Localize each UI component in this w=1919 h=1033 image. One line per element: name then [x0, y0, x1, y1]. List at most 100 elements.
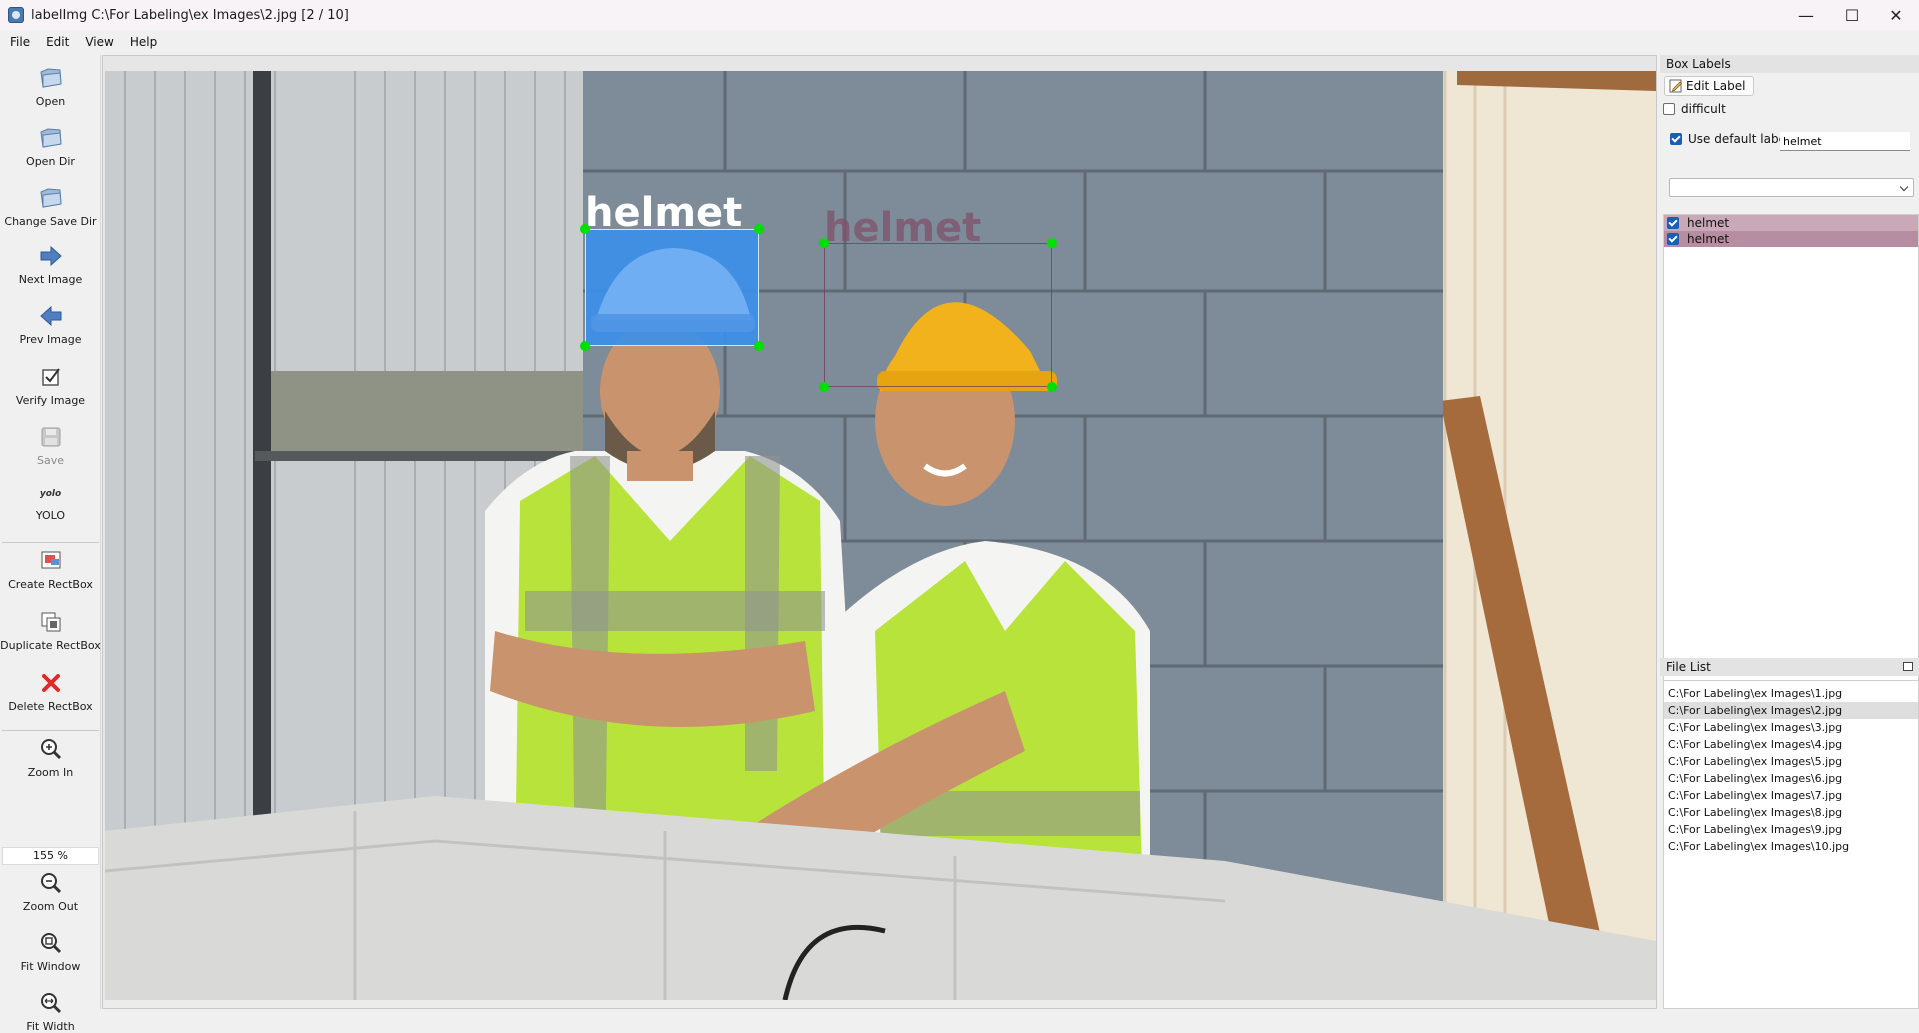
label-visible-checkbox[interactable] — [1667, 233, 1679, 245]
open-label: Open — [35, 95, 66, 108]
file-list-item[interactable]: C:\For Labeling\ex Images\5.jpg — [1664, 753, 1918, 770]
format-button[interactable]: yolo YOLO — [0, 483, 101, 522]
file-list-title: File List — [1660, 658, 1919, 676]
folder-icon — [37, 65, 65, 91]
verify-image-button[interactable]: Verify Image — [0, 364, 101, 407]
file-list-item[interactable]: C:\For Labeling\ex Images\3.jpg — [1664, 719, 1918, 736]
file-list-item[interactable]: C:\For Labeling\ex Images\6.jpg — [1664, 770, 1918, 787]
label-list[interactable]: helmet helmet — [1663, 214, 1919, 706]
arrow-left-icon — [37, 303, 65, 329]
fit-width-button[interactable]: Fit Width — [0, 990, 101, 1033]
resize-handle[interactable] — [819, 238, 829, 248]
fit-width-label: Fit Width — [26, 1020, 75, 1033]
menu-edit[interactable]: Edit — [38, 35, 77, 49]
zoom-in-label: Zoom In — [27, 766, 74, 779]
fit-window-button[interactable]: Fit Window — [0, 930, 101, 973]
zoom-in-button[interactable]: Zoom In — [0, 736, 101, 779]
difficult-row[interactable]: difficult — [1663, 102, 1726, 116]
resize-handle[interactable] — [754, 224, 764, 234]
resize-handle[interactable] — [1047, 382, 1057, 392]
arrow-right-icon — [37, 243, 65, 269]
edit-label-text: Edit Label — [1686, 79, 1746, 93]
zoom-value-field[interactable]: 155 % — [2, 847, 99, 865]
label-combobox[interactable] — [1669, 178, 1914, 197]
verify-image-label: Verify Image — [15, 394, 86, 407]
resize-handle[interactable] — [754, 341, 764, 351]
right-dock: Box Labels Edit Label difficult Use defa… — [1660, 55, 1919, 1009]
folder-icon — [37, 185, 65, 211]
bounding-box-selected[interactable] — [585, 229, 759, 346]
label-list-item-text: helmet — [1687, 232, 1730, 246]
label-visible-checkbox[interactable] — [1667, 217, 1679, 229]
maximize-button[interactable]: ☐ — [1829, 0, 1875, 30]
duplicate-rectbox-button[interactable]: Duplicate RectBox — [0, 609, 101, 652]
toolbar: Open Open Dir Change Save Dir Next Image… — [0, 55, 101, 1033]
yolo-icon-text: yolo — [39, 489, 62, 499]
annotated-photo: helmet helmet — [105, 71, 1656, 1000]
resize-handle[interactable] — [580, 341, 590, 351]
use-default-label-row[interactable]: Use default label — [1670, 132, 1789, 146]
window-title: labelImg C:\For Labeling\ex Images\2.jpg… — [31, 7, 349, 23]
file-list-item-selected[interactable]: C:\For Labeling\ex Images\2.jpg — [1664, 702, 1918, 719]
create-rect-icon — [37, 548, 65, 574]
save-button[interactable]: Save — [0, 424, 101, 467]
toolbar-separator — [2, 542, 99, 543]
prev-image-button[interactable]: Prev Image — [0, 303, 101, 346]
zoom-out-label: Zoom Out — [22, 900, 79, 913]
delete-rectbox-label: Delete RectBox — [8, 700, 93, 713]
bounding-box-label-selected: helmet — [585, 190, 743, 236]
zoom-out-button[interactable]: Zoom Out — [0, 870, 101, 913]
difficult-checkbox[interactable] — [1663, 103, 1675, 115]
delete-x-icon — [37, 670, 65, 696]
menu-file[interactable]: File — [0, 35, 38, 49]
fit-window-icon — [37, 930, 65, 956]
label-list-item[interactable]: helmet — [1664, 231, 1918, 247]
use-default-label-text: Use default label — [1688, 132, 1790, 146]
use-default-label-checkbox[interactable] — [1670, 133, 1682, 145]
minimize-button[interactable]: — — [1783, 0, 1829, 30]
close-button[interactable]: ✕ — [1873, 0, 1919, 30]
create-rectbox-button[interactable]: Create RectBox — [0, 548, 101, 591]
toolbar-separator — [2, 730, 99, 731]
bounding-box[interactable] — [824, 243, 1052, 387]
difficult-label: difficult — [1681, 102, 1726, 116]
save-label: Save — [36, 454, 64, 467]
menu-view[interactable]: View — [77, 35, 121, 49]
floppy-disk-icon — [37, 424, 65, 450]
file-list[interactable]: C:\For Labeling\ex Images\1.jpg C:\For L… — [1663, 680, 1919, 1009]
change-save-dir-button[interactable]: Change Save Dir — [0, 185, 101, 228]
horizontal-scrollbar[interactable] — [103, 1000, 1656, 1008]
file-list-item[interactable]: C:\For Labeling\ex Images\4.jpg — [1664, 736, 1918, 753]
file-list-item[interactable]: C:\For Labeling\ex Images\1.jpg — [1664, 685, 1918, 702]
fit-window-label: Fit Window — [20, 960, 81, 973]
default-label-input[interactable] — [1780, 132, 1910, 151]
file-list-item[interactable]: C:\For Labeling\ex Images\7.jpg — [1664, 787, 1918, 804]
next-image-label: Next Image — [18, 273, 83, 286]
title-bar: labelImg C:\For Labeling\ex Images\2.jpg… — [0, 0, 1919, 30]
open-button[interactable]: Open — [0, 65, 101, 108]
resize-handle[interactable] — [1047, 238, 1057, 248]
zoom-in-icon — [37, 736, 65, 762]
zoom-out-icon — [37, 870, 65, 896]
undock-icon[interactable] — [1903, 662, 1913, 671]
file-list-item[interactable]: C:\For Labeling\ex Images\8.jpg — [1664, 804, 1918, 821]
box-labels-title: Box Labels — [1660, 55, 1919, 73]
file-list-item[interactable]: C:\For Labeling\ex Images\10.jpg — [1664, 838, 1918, 855]
image-canvas[interactable]: helmet helmet — [102, 55, 1657, 1009]
resize-handle[interactable] — [819, 382, 829, 392]
bounding-box-label: helmet — [824, 205, 982, 251]
open-dir-button[interactable]: Open Dir — [0, 125, 101, 168]
menu-help[interactable]: Help — [122, 35, 165, 49]
label-list-item[interactable]: helmet — [1664, 215, 1918, 231]
next-image-button[interactable]: Next Image — [0, 243, 101, 286]
menu-bar: File Edit View Help — [0, 31, 1919, 53]
app-icon — [8, 7, 24, 23]
edit-label-button[interactable]: Edit Label — [1664, 76, 1755, 96]
resize-handle[interactable] — [580, 224, 590, 234]
yolo-icon: yolo — [37, 483, 65, 505]
file-list-item[interactable]: C:\For Labeling\ex Images\9.jpg — [1664, 821, 1918, 838]
checkbox-icon — [37, 364, 65, 390]
delete-rectbox-button[interactable]: Delete RectBox — [0, 670, 101, 713]
create-rectbox-label: Create RectBox — [8, 578, 93, 591]
label-list-item-text: helmet — [1687, 216, 1730, 230]
